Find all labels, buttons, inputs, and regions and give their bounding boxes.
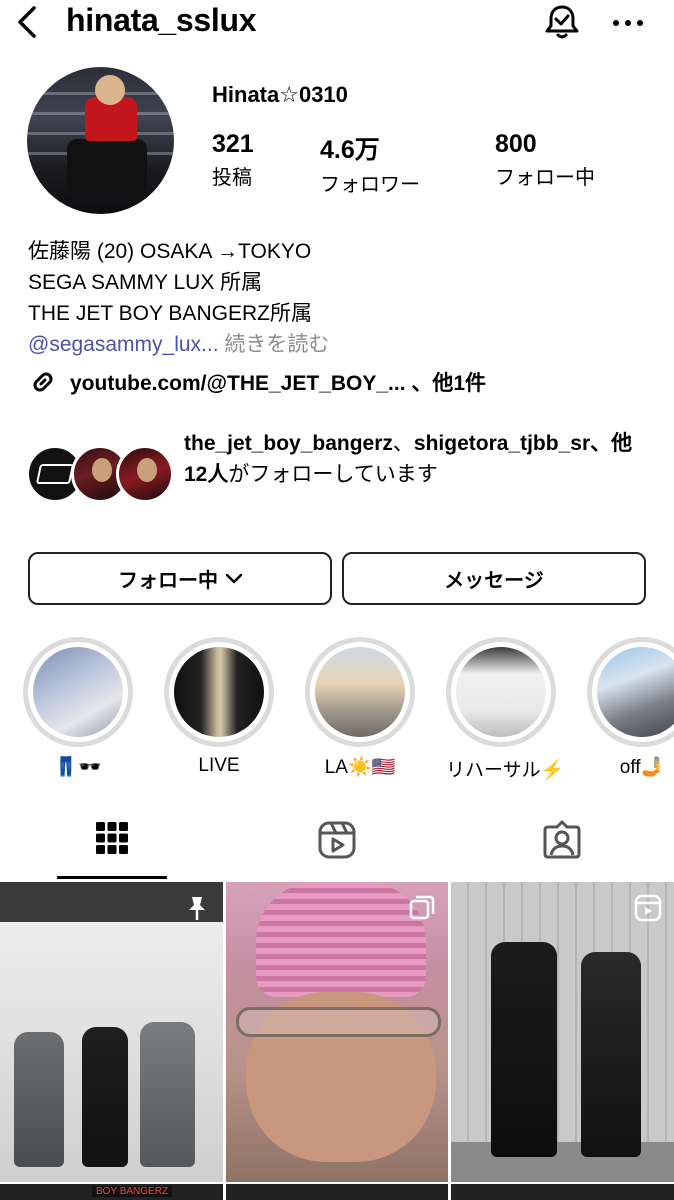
highlight-ring (164, 637, 274, 747)
mutual-account: the_jet_boy_bangerz (184, 432, 393, 455)
separator: 、 (392, 432, 414, 455)
tagged-person-icon (543, 820, 581, 859)
following-button[interactable]: フォロー中 (28, 552, 332, 605)
post-caption-strip: BOY BANGERZ (92, 1186, 173, 1197)
profile-avatar[interactable] (27, 67, 174, 214)
message-button-label: メッセージ (444, 570, 544, 592)
highlight-cover (315, 647, 405, 737)
story-highlight[interactable]: LIVE (164, 637, 274, 777)
highlight-cover (33, 647, 123, 737)
active-tab-indicator (57, 876, 167, 879)
stat-value: 321 (212, 130, 254, 158)
stat-label: フォロワー (320, 174, 420, 196)
bio-line: THE JET BOY BANGERZ所属 (28, 302, 312, 325)
highlight-ring (23, 637, 133, 747)
stat-value: 800 (495, 130, 537, 158)
grid-post[interactable] (0, 882, 223, 1182)
tab-reels[interactable] (225, 820, 449, 878)
grid-post[interactable] (451, 882, 674, 1182)
highlight-label: off🤳 (619, 757, 665, 778)
grid-post[interactable] (451, 1184, 674, 1200)
highlight-ring (305, 637, 415, 747)
mutual-followers-text[interactable]: the_jet_boy_bangerz、shigetora_tjbb_sr、他1… (184, 428, 654, 490)
stat-value: 4.6万 (320, 136, 380, 164)
stat-label: フォロー中 (495, 167, 595, 189)
tab-posts-grid[interactable] (0, 820, 224, 878)
pin-icon (189, 897, 205, 920)
highlight-label: LIVE (198, 755, 240, 776)
link-text: youtube.com/@THE_JET_BOY_... 、他1件 (70, 372, 487, 395)
tab-tagged[interactable] (450, 820, 674, 878)
more-options-icon[interactable] (608, 8, 648, 38)
grid-post[interactable] (226, 882, 448, 1182)
bio-line: 佐藤陽 (20) OSAKA →TOKYO (28, 240, 312, 263)
carousel-icon (409, 895, 435, 920)
notification-bell-icon[interactable] (542, 2, 582, 42)
bio-line: SEGA SAMMY LUX 所属 (28, 271, 263, 294)
following-button-label: フォロー中 (118, 570, 218, 592)
grid-icon (96, 822, 128, 854)
story-highlight[interactable]: LA☀️🇺🇸 (305, 637, 415, 779)
chevron-down-icon (226, 573, 242, 583)
posts-count[interactable]: 321 投稿 (212, 130, 254, 190)
mutual-followers-avatars[interactable] (26, 445, 174, 503)
highlight-label: リハーサル⚡️ (446, 760, 565, 781)
back-icon[interactable] (10, 4, 44, 40)
mutual-account: shigetora_tjbb_sr (413, 432, 591, 455)
username-title: hinata_sslux (66, 2, 257, 38)
message-button[interactable]: メッセージ (342, 552, 646, 605)
grid-post[interactable]: BOY BANGERZ (0, 1184, 223, 1200)
link-icon (33, 372, 53, 392)
grid-post[interactable] (226, 1184, 448, 1200)
story-highlight[interactable]: リハーサル⚡️ (446, 637, 565, 782)
external-link[interactable]: youtube.com/@THE_JET_BOY_... 、他1件 (28, 366, 486, 398)
highlight-cover (456, 647, 546, 737)
highlight-label: 👖🕶️ (54, 757, 102, 778)
read-more-link[interactable]: 続きを読む (224, 333, 329, 356)
highlight-ring (587, 637, 674, 747)
mutual-suffix: がフォローしています (228, 463, 438, 486)
stat-label: 投稿 (212, 167, 252, 189)
followers-count[interactable]: 4.6万 フォロワー (320, 130, 420, 197)
mention-link[interactable]: @segasammy_lux... (28, 333, 219, 356)
profile-header: hinata_sslux (0, 0, 674, 46)
display-name: Hinata☆0310 (212, 82, 348, 107)
highlight-ring (446, 637, 556, 747)
highlight-cover (597, 647, 674, 737)
avatar (116, 445, 174, 503)
highlight-cover (174, 647, 264, 737)
highlight-label: LA☀️🇺🇸 (324, 757, 396, 778)
reel-icon (634, 894, 662, 922)
bio: 佐藤陽 (20) OSAKA →TOKYO SEGA SAMMY LUX 所属 … (28, 236, 329, 360)
following-count[interactable]: 800 フォロー中 (495, 130, 595, 190)
reels-icon (318, 821, 356, 859)
story-highlight[interactable]: 👖🕶️ (23, 637, 133, 779)
bio-line-mention: @segasammy_lux... 続きを読む (28, 329, 329, 360)
story-highlight[interactable]: off🤳 (587, 637, 674, 779)
